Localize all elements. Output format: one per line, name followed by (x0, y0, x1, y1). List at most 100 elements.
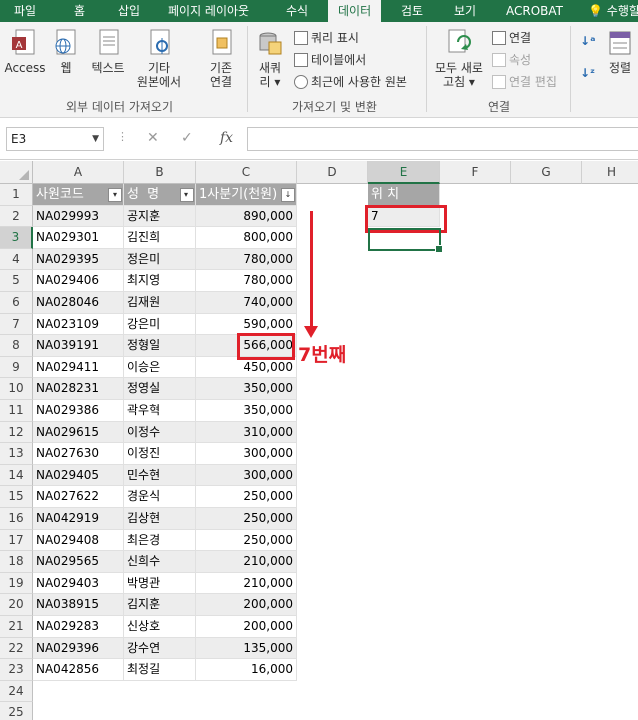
row-header-4[interactable]: 4 (0, 248, 33, 271)
cell-employee-code[interactable]: NA029395 (33, 248, 124, 271)
cell-employee-code[interactable]: NA029411 (33, 356, 124, 379)
cell-employee-code[interactable]: NA028046 (33, 292, 124, 314)
formula-input[interactable] (247, 127, 638, 151)
from-access-button[interactable]: A Access (4, 28, 46, 75)
row-header-7[interactable]: 7 (0, 313, 33, 336)
cell-employee-code[interactable]: NA029405 (33, 464, 124, 487)
filter-dropdown-icon[interactable]: ▾ (108, 188, 122, 202)
cell-q1-amount[interactable]: 210,000 (196, 551, 297, 573)
row-header-6[interactable]: 6 (0, 292, 33, 314)
row-header-5[interactable]: 5 (0, 270, 33, 292)
cell-employee-name[interactable]: 최지영 (124, 270, 196, 292)
from-text-button[interactable]: 텍스트 (88, 28, 128, 75)
cell-q1-amount[interactable]: 210,000 (196, 572, 297, 595)
other-sources-button[interactable]: 기타 원본에서 (132, 28, 186, 89)
row-header-8[interactable]: 8 (0, 335, 33, 357)
cell-employee-name[interactable]: 신상호 (124, 616, 196, 638)
tab-tell-me[interactable]: 💡 수행할 (588, 0, 638, 22)
row-header-2[interactable]: 2 (0, 205, 33, 228)
row-header-18[interactable]: 18 (0, 551, 33, 573)
table-header-name[interactable]: 성 명 ▾ (124, 184, 196, 206)
row-header-24[interactable]: 24 (0, 680, 33, 703)
cell-q1-amount[interactable]: 250,000 (196, 508, 297, 530)
cell-q1-amount[interactable]: 200,000 (196, 616, 297, 638)
cell-employee-code[interactable]: NA029396 (33, 637, 124, 660)
cell-employee-name[interactable]: 김재원 (124, 292, 196, 314)
row-header-19[interactable]: 19 (0, 572, 33, 595)
column-header-f[interactable]: F (440, 161, 511, 184)
connections-button[interactable]: 연결 (492, 31, 531, 45)
column-header-d[interactable]: D (297, 161, 368, 184)
column-header-e[interactable]: E (368, 161, 440, 184)
row-header-3[interactable]: 3 (0, 227, 33, 249)
row-header-17[interactable]: 17 (0, 529, 33, 552)
cell-employee-name[interactable]: 박명관 (124, 572, 196, 595)
refresh-all-button[interactable]: 모두 새로 고침 ▾ (430, 28, 488, 89)
cell-employee-code[interactable]: NA029403 (33, 572, 124, 595)
name-box[interactable]: E3 ▼ (6, 127, 104, 151)
cell-employee-name[interactable]: 정은미 (124, 248, 196, 271)
cell-q1-amount[interactable]: 590,000 (196, 313, 297, 336)
cell-employee-code[interactable]: NA029283 (33, 616, 124, 638)
cell-employee-name[interactable]: 신희수 (124, 551, 196, 573)
tab-formulas[interactable]: 수식 (286, 0, 308, 22)
enter-icon[interactable]: ✓ (181, 130, 193, 146)
sort-button[interactable]: 정렬 (604, 28, 636, 75)
cell-q1-amount[interactable]: 800,000 (196, 227, 297, 249)
cell-employee-name[interactable]: 강은미 (124, 313, 196, 336)
cell-q1-amount[interactable]: 300,000 (196, 443, 297, 465)
filter-dropdown-icon[interactable]: ▾ (180, 188, 194, 202)
row-header-12[interactable]: 12 (0, 421, 33, 444)
row-header-11[interactable]: 11 (0, 400, 33, 422)
active-cell-e3[interactable] (368, 228, 443, 253)
cell-q1-amount[interactable]: 135,000 (196, 637, 297, 660)
tab-home[interactable]: 홈 (74, 0, 85, 22)
cell-q1-amount[interactable]: 740,000 (196, 292, 297, 314)
sort-asc-button[interactable]: ↓ᵃ (580, 34, 596, 48)
row-header-15[interactable]: 15 (0, 486, 33, 508)
select-all-button[interactable] (0, 161, 33, 184)
cancel-icon[interactable]: ✕ (147, 130, 159, 146)
cell-q1-amount[interactable]: 350,000 (196, 378, 297, 400)
edit-links-button[interactable]: 연결 편집 (492, 75, 557, 89)
tab-review[interactable]: 검토 (401, 0, 423, 22)
table-header-q1[interactable]: 1사분기(천원) ↓ (196, 184, 297, 206)
from-table-button[interactable]: 테이블에서 (294, 53, 366, 67)
cell-employee-code[interactable]: NA042856 (33, 659, 124, 681)
cell-employee-name[interactable]: 최정길 (124, 659, 196, 681)
cell-employee-code[interactable]: NA029406 (33, 270, 124, 292)
cell-employee-code[interactable]: NA023109 (33, 313, 124, 336)
cell-q1-amount[interactable]: 250,000 (196, 529, 297, 552)
column-header-b[interactable]: B (124, 161, 196, 184)
row-header-25[interactable]: 25 (0, 702, 33, 720)
sort-desc-button[interactable]: ↓ᶻ (580, 66, 595, 80)
cell-employee-code[interactable]: NA028231 (33, 378, 124, 400)
cell-employee-code[interactable]: NA029565 (33, 551, 124, 573)
column-header-g[interactable]: G (511, 161, 582, 184)
column-header-c[interactable]: C (196, 161, 297, 184)
cell-employee-code[interactable]: NA027630 (33, 443, 124, 465)
table-header-sa-code[interactable]: 사원코드 ▾ (33, 184, 124, 206)
chevron-down-icon[interactable]: ▼ (92, 128, 99, 150)
column-header-h[interactable]: H (582, 161, 638, 184)
cell-employee-name[interactable]: 강수연 (124, 637, 196, 660)
cell-employee-name[interactable]: 정영실 (124, 378, 196, 400)
existing-connections-button[interactable]: 기존 연결 (200, 28, 242, 89)
cell-q1-amount[interactable]: 890,000 (196, 205, 297, 228)
new-query-button[interactable]: 새쿼 리 ▾ (252, 28, 288, 89)
row-header-14[interactable]: 14 (0, 464, 33, 487)
cell-q1-amount[interactable]: 16,000 (196, 659, 297, 681)
cell-employee-name[interactable]: 민수현 (124, 464, 196, 487)
cell-employee-name[interactable]: 이정수 (124, 421, 196, 444)
cell-q1-amount[interactable]: 300,000 (196, 464, 297, 487)
from-web-button[interactable]: 웹 (52, 28, 80, 75)
cell-employee-name[interactable]: 경운식 (124, 486, 196, 508)
row-header-1[interactable]: 1 (0, 184, 33, 206)
cell-employee-code[interactable]: NA039191 (33, 335, 124, 357)
cell-employee-code[interactable]: NA042919 (33, 508, 124, 530)
cell-employee-name[interactable]: 김진희 (124, 227, 196, 249)
cell-employee-code[interactable]: NA027622 (33, 486, 124, 508)
position-header[interactable]: 위 치 (368, 184, 440, 206)
tab-page-layout[interactable]: 페이지 레이아웃 (168, 0, 249, 22)
cell-employee-name[interactable]: 이정진 (124, 443, 196, 465)
